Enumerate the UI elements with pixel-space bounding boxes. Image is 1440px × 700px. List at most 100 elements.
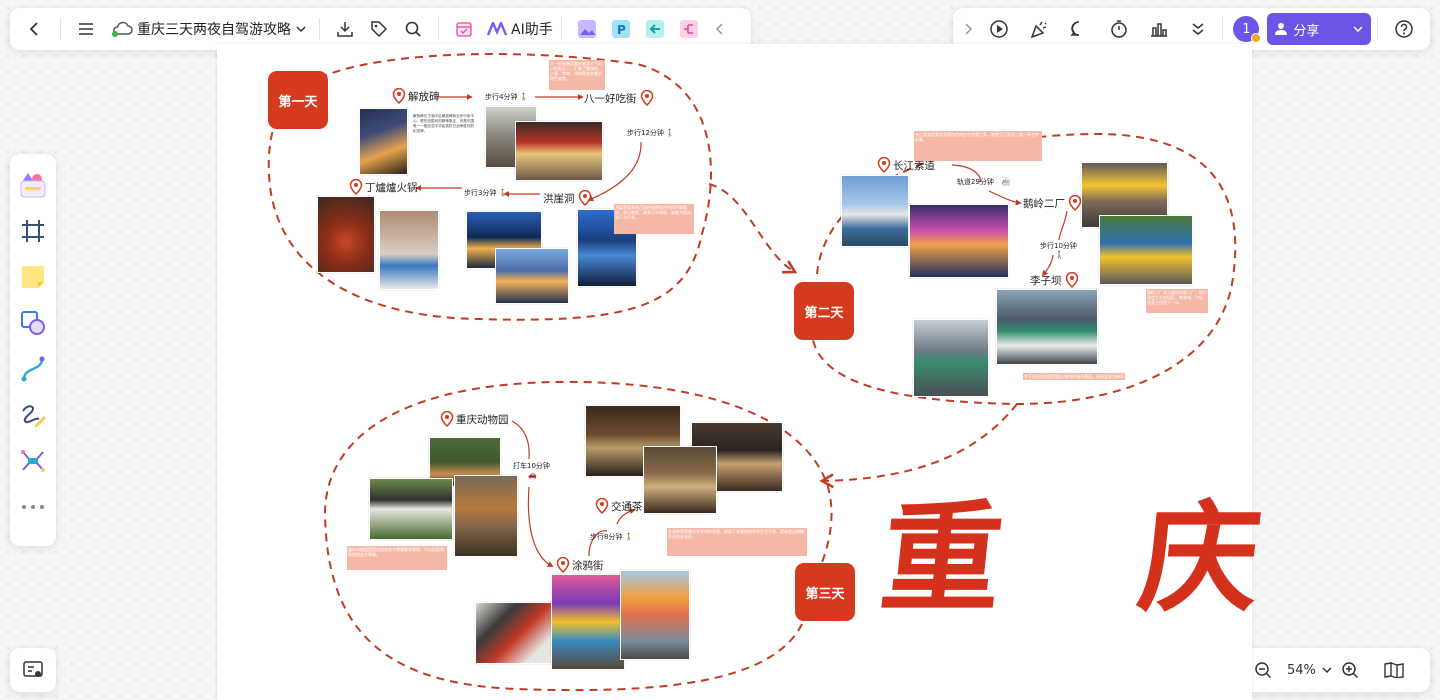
route-label: 步行10分钟 🚶	[1040, 242, 1077, 259]
board-title[interactable]: 重 庆	[875, 488, 1316, 629]
metro-icon: 🚈	[1001, 178, 1011, 186]
note-jiefangbei[interactable]: 解放碑位于渝中区解放碑商业步行街中心，是抗战胜利的精神象征，也是中国唯一一座纪念…	[412, 113, 477, 145]
place-label: 鹅岭二厂	[1023, 197, 1065, 210]
place-bayihao[interactable]: 八一好吃街	[584, 90, 654, 106]
celebrate-icon[interactable]	[1019, 12, 1059, 46]
photo-zoo-2[interactable]	[369, 478, 453, 540]
photo-cableway-1[interactable]	[841, 175, 909, 247]
mindmap-plugin-icon[interactable]	[672, 12, 706, 46]
fit-view-icon[interactable]	[1378, 654, 1410, 686]
photo-liziba-1[interactable]	[913, 319, 989, 397]
pen-icon[interactable]	[13, 392, 53, 438]
photo-graffiti-1[interactable]	[475, 602, 555, 664]
route-label: 步行3分钟 🚶	[464, 189, 508, 197]
chevron-down-icon[interactable]	[1353, 26, 1363, 32]
whiteboard-page[interactable]: 第一天 第二天 第三天 解放碑 步行4分钟 🚶 八一好吃街 步行12分钟 🚶 洪…	[217, 44, 1315, 700]
photo-bayihao-2[interactable]	[515, 121, 603, 181]
place-tuya[interactable]: 涂鸦街	[556, 557, 604, 573]
shape-icon[interactable]	[13, 300, 53, 346]
share-button[interactable]: 分享	[1267, 13, 1372, 45]
photo-teahouse-3[interactable]	[643, 446, 717, 514]
photo-hotpot-1[interactable]	[317, 196, 375, 273]
cloud-icon	[111, 21, 133, 37]
note-changjiang[interactable]: 长江索道是重庆独具特色的空中交通工具，被誉为万里长江第一条空中走廊。	[914, 131, 1042, 161]
photo-liziba-2[interactable]	[996, 289, 1098, 365]
place-label: 丁爐爐火锅	[365, 181, 418, 194]
vote-icon[interactable]	[1139, 12, 1179, 46]
location-pin-icon	[578, 190, 592, 206]
place-label: 涂鸦街	[572, 559, 604, 572]
flow-plugin-icon[interactable]	[638, 12, 672, 46]
note-bayihao[interactable]: 八一好吃街是重庆最具人气的小吃街之一，汇集了酸辣粉、小面、串串、冰粉等各种重庆特…	[549, 60, 605, 90]
tag-icon[interactable]	[362, 12, 396, 46]
document-title[interactable]: 重庆三天两夜自驾游攻略	[137, 19, 291, 39]
place-label: 重庆动物园	[456, 413, 509, 426]
place-label: 解放碑	[408, 90, 440, 103]
location-pin-icon	[595, 498, 609, 514]
expand-icon[interactable]	[959, 14, 979, 44]
place-liziba[interactable]: 李子坝	[1030, 272, 1079, 288]
walking-icon: 🚶	[665, 129, 675, 137]
zoom-in-icon[interactable]	[1334, 654, 1366, 686]
route-label: 打车10分钟 🚗	[513, 462, 550, 479]
share-label: 分享	[1293, 23, 1320, 39]
zoom-level[interactable]: 54%	[1287, 663, 1316, 678]
frame-icon[interactable]	[13, 208, 53, 254]
place-eling[interactable]: 鹅岭二厂	[1023, 195, 1082, 211]
minimap-button[interactable]	[10, 648, 56, 692]
more-icon[interactable]	[13, 484, 53, 530]
divider	[1222, 18, 1224, 40]
template-icon[interactable]	[13, 162, 53, 208]
note-eling[interactable]: 鹅岭二厂原为重庆印制二厂，现已改造为文创园区，集咖啡、书店、创意工作室于一体。	[1146, 289, 1208, 313]
collapse-icon[interactable]	[710, 14, 728, 44]
photo-hongyadong-3[interactable]	[495, 248, 569, 304]
p-plugin-icon[interactable]: P	[604, 12, 638, 46]
menu-icon[interactable]	[69, 12, 103, 46]
place-zoo[interactable]: 重庆动物园	[440, 411, 509, 427]
note-liziba[interactable]: 李子坝轻轨穿楼是重庆独特的城市景观，被网友称为神奇的轻轨。	[1023, 373, 1125, 380]
connector-icon[interactable]	[13, 346, 53, 392]
place-hongyadong[interactable]: 洪崖洞	[543, 190, 592, 206]
photo-graffiti-2[interactable]	[551, 574, 625, 670]
sticky-note-icon[interactable]	[13, 254, 53, 300]
day-three-badge[interactable]: 第三天	[795, 563, 855, 621]
photo-cableway-2[interactable]	[909, 204, 1009, 278]
note-zoo[interactable]: 重庆动物园是国内知名的大熊猫繁育基地，可以近距离观赏国宝大熊猫。	[347, 546, 447, 570]
svg-text:P: P	[617, 23, 626, 37]
photo-eling-2[interactable]	[1099, 215, 1193, 285]
download-icon[interactable]	[328, 12, 362, 46]
comment-icon[interactable]	[1059, 12, 1099, 46]
walking-icon: 🚶	[519, 93, 529, 101]
image-plugin-icon[interactable]	[570, 12, 604, 46]
timer-icon[interactable]	[1099, 12, 1139, 46]
back-icon[interactable]	[18, 12, 52, 46]
place-jiefangbei[interactable]: 解放碑	[392, 88, 440, 104]
day-two-badge[interactable]: 第二天	[794, 282, 854, 340]
day-one-badge[interactable]: 第一天	[268, 71, 328, 129]
ai-assistant-button[interactable]: AI助手	[511, 19, 553, 39]
photo-jiefangbei[interactable]	[359, 108, 408, 175]
play-icon[interactable]	[979, 12, 1019, 46]
location-pin-icon	[877, 157, 891, 173]
search-icon[interactable]	[396, 12, 430, 46]
chevron-down-icon[interactable]	[291, 19, 311, 39]
help-icon[interactable]	[1384, 12, 1424, 46]
taxi-icon: 🚗	[528, 471, 537, 479]
photo-hotpot-2[interactable]	[379, 210, 439, 290]
more-down-icon[interactable]	[1178, 12, 1218, 46]
divider	[560, 18, 562, 40]
walking-icon: 🚶	[624, 533, 634, 541]
mindmap-icon[interactable]	[13, 438, 53, 484]
chevron-down-icon[interactable]	[1320, 660, 1334, 680]
place-dinghuohuo[interactable]: 丁爐爐火锅	[349, 179, 418, 195]
calendar-icon[interactable]	[447, 12, 481, 46]
photo-graffiti-3[interactable]	[620, 570, 690, 660]
ai-logo-icon[interactable]	[487, 22, 507, 36]
photo-zoo-3[interactable]	[454, 475, 518, 557]
add-user-icon	[1275, 22, 1289, 36]
minimap-icon	[23, 661, 43, 677]
tool-palette	[10, 154, 56, 546]
avatar[interactable]: 1	[1233, 16, 1262, 43]
note-jiaotong[interactable]: 交通茶馆是重庆老茶馆的代表，保留了老重庆的市井生活气息，是体验山城慢生活的好去处…	[667, 528, 807, 556]
note-hongyadong[interactable]: 洪崖洞是具有巴渝传统建筑特色的吊脚楼群，依山就势，夜景灯光璀璨，被誉为现实版千与…	[614, 204, 694, 234]
